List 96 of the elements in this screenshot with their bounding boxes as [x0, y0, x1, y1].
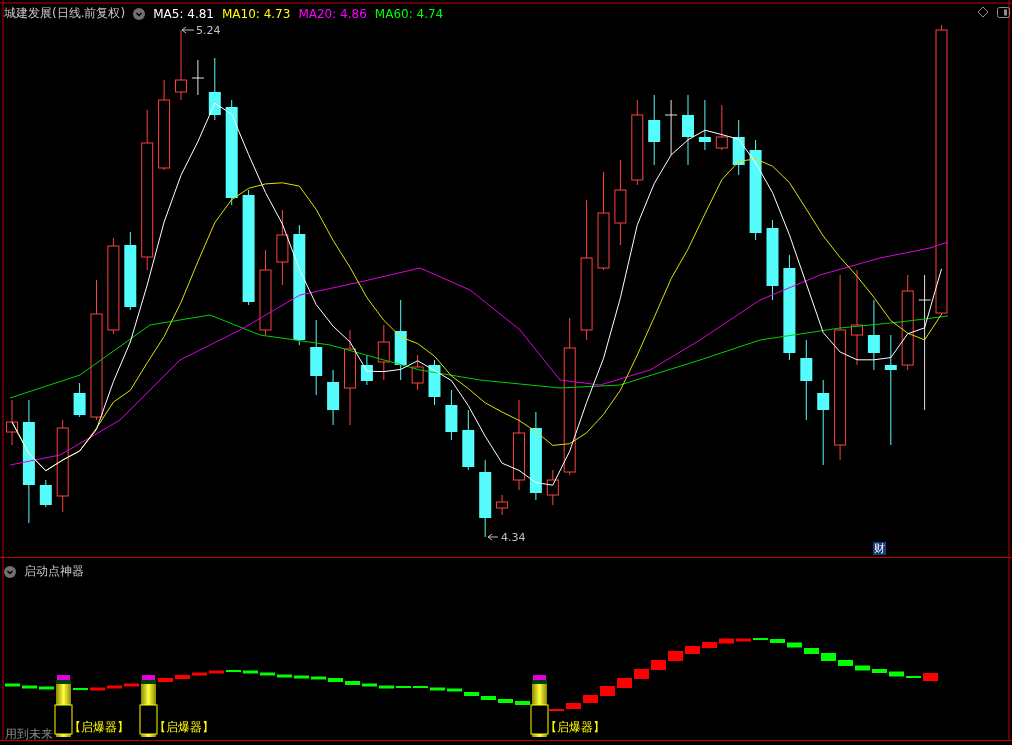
- signal-label: 【启爆器】: [69, 719, 129, 736]
- indicator-bar: [549, 709, 564, 711]
- stock-title: 城建发展(日线.前复权): [4, 5, 126, 22]
- indicator-bar: [685, 646, 700, 654]
- indicator-bar: [855, 665, 870, 671]
- candlestick: [698, 99, 711, 151]
- indicator-bar: [311, 676, 326, 680]
- indicator-bar: [872, 669, 887, 673]
- candlestick: [732, 119, 745, 176]
- candlestick: [648, 94, 661, 166]
- indicator-bar: [226, 670, 241, 672]
- indicator-bar: [379, 685, 394, 689]
- indicator-bar: [651, 660, 666, 670]
- leader-line: [487, 533, 499, 541]
- indicator-bar: [294, 675, 309, 679]
- finance-badge[interactable]: 财: [873, 542, 886, 555]
- indicator-bar: [396, 686, 411, 688]
- indicator-bar: [345, 681, 360, 685]
- dropdown-icon[interactable]: [133, 7, 146, 20]
- candlestick: [175, 29, 187, 101]
- diamond-icon[interactable]: [977, 6, 989, 18]
- signal-label: 【启爆器】: [154, 719, 214, 736]
- indicator-bar: [498, 699, 513, 703]
- indicator-bar: [22, 685, 37, 689]
- candlestick: [428, 359, 441, 406]
- candlestick: [377, 324, 390, 381]
- indicator-bar: [753, 638, 768, 640]
- candlestick: [496, 494, 509, 516]
- indicator-bar: [838, 660, 853, 666]
- indicator-bar: [617, 678, 632, 688]
- indicator-bar: [175, 675, 190, 679]
- moving-average-value: MA20: 4.86: [298, 6, 367, 21]
- signal-label: 【启爆器】: [545, 719, 605, 736]
- candlestick: [360, 354, 373, 386]
- indicator-bar: [260, 672, 275, 676]
- indicator-bar: [464, 692, 479, 696]
- indicator-bar: [736, 638, 751, 642]
- panel-toggle-icon[interactable]: [997, 6, 1010, 18]
- moving-average-value: MA5: 4.81: [153, 6, 214, 21]
- indicator-bar: [770, 639, 785, 643]
- indicator-bar: [328, 678, 343, 682]
- candlestick: [462, 409, 475, 471]
- indicator-bar: [447, 688, 462, 692]
- moving-average-value: MA10: 4.73: [221, 6, 291, 21]
- indicator-bar: [634, 669, 649, 679]
- indicator-bar: [413, 686, 428, 688]
- indicator-bar: [39, 686, 54, 690]
- indicator-bar: [719, 638, 734, 644]
- candlestick: [327, 369, 340, 426]
- candlestick: [6, 399, 18, 446]
- indicator-bar: [566, 703, 581, 709]
- indicator-bar: [209, 670, 224, 674]
- candlestick: [411, 354, 424, 391]
- dropdown-icon[interactable]: [4, 565, 16, 578]
- indicator-bar: [583, 695, 598, 703]
- candlestick: [867, 299, 880, 371]
- candlestick: [715, 104, 728, 151]
- candlestick: [445, 389, 458, 441]
- candlestick: [191, 59, 205, 96]
- indicator-bar: [90, 687, 105, 691]
- candlestick: [664, 99, 678, 156]
- indicator-bar: [481, 696, 496, 700]
- indicator-bar: [5, 683, 20, 687]
- indicator-bar: [923, 673, 938, 681]
- moving-average-value: MA60: 4.74: [374, 6, 444, 21]
- candlestick: [682, 94, 694, 166]
- indicator-bar: [158, 678, 173, 682]
- indicator-bar: [804, 648, 819, 654]
- indicator-bar: [362, 683, 377, 687]
- indicator-bar: [787, 642, 802, 648]
- indicator-bar: [430, 687, 445, 691]
- signal-column-drawing: [139, 675, 158, 737]
- indicator-bar: [277, 674, 292, 678]
- candlestick: [73, 382, 86, 418]
- indicator-title: 启动点神器: [24, 563, 84, 580]
- candlestick: [208, 57, 221, 121]
- indicator-bar: [192, 672, 207, 676]
- indicator-bar: [906, 676, 921, 678]
- indicator-bar: [515, 701, 530, 705]
- low-price-label: 4.34: [501, 531, 526, 544]
- indicator-bar: [107, 685, 122, 689]
- indicator-bar: [821, 653, 836, 661]
- indicator-bar: [73, 688, 88, 690]
- future-data-note: 用到未来: [5, 726, 53, 743]
- indicator-bar: [243, 670, 258, 674]
- indicator-bar: [600, 686, 615, 696]
- signal-column-drawing: [54, 675, 73, 737]
- candlestick: [39, 479, 52, 508]
- signal-column-drawing: [530, 675, 549, 737]
- high-price-label: 5.24: [196, 24, 221, 37]
- candlestick: [546, 469, 559, 506]
- indicator-bar: [668, 651, 683, 661]
- indicator-bar: [702, 642, 717, 648]
- indicator-bar: [124, 683, 139, 687]
- leader-line: [181, 26, 195, 34]
- indicator-bar: [889, 671, 904, 677]
